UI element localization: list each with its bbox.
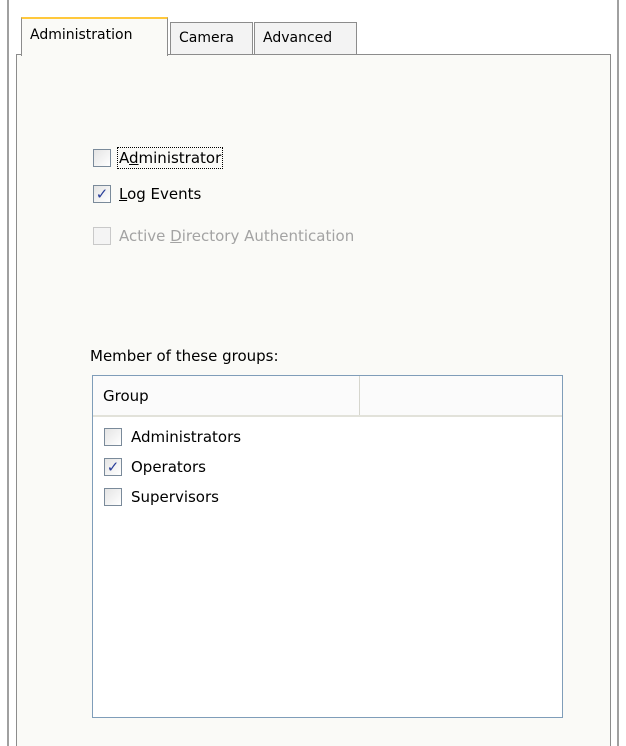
dialog-right-border xyxy=(617,0,619,746)
group-label: Operators xyxy=(131,458,206,476)
column-header-group[interactable]: Group xyxy=(93,376,360,415)
group-item-operators[interactable]: ✓ Operators xyxy=(104,456,206,478)
groups-caption: Member of these groups: xyxy=(90,347,279,365)
dialog-left-border xyxy=(7,0,9,746)
tab-camera[interactable]: Camera xyxy=(170,22,253,54)
column-header-empty[interactable] xyxy=(361,376,562,415)
log-events-option[interactable]: ✓ Log Events xyxy=(93,183,201,205)
administrator-checkbox[interactable] xyxy=(93,149,111,167)
active-directory-option: Active Directory Authentication xyxy=(93,225,354,247)
group-item-administrators[interactable]: Administrators xyxy=(104,426,241,448)
group-label: Supervisors xyxy=(131,488,219,506)
group-checkbox-administrators[interactable] xyxy=(104,428,122,446)
dialog-frame: Administration Camera Advanced Administr… xyxy=(0,0,626,746)
group-checkbox-supervisors[interactable] xyxy=(104,488,122,506)
active-directory-checkbox xyxy=(93,227,111,245)
tab-strip: Administration Camera Advanced xyxy=(9,0,617,56)
administrator-label: Administrator xyxy=(116,147,224,169)
log-events-label: Log Events xyxy=(119,185,202,203)
group-label: Administrators xyxy=(131,428,242,446)
tab-administration[interactable]: Administration xyxy=(21,17,168,56)
group-item-supervisors[interactable]: Supervisors xyxy=(104,486,219,508)
active-directory-label: Active Directory Authentication xyxy=(119,227,355,245)
tab-advanced[interactable]: Advanced xyxy=(254,22,357,54)
groups-list-header: Group xyxy=(93,376,562,417)
groups-list[interactable]: Group Administrators ✓ Operators Supervi… xyxy=(92,375,563,718)
log-events-checkbox[interactable]: ✓ xyxy=(93,185,111,203)
administration-tab-page: Administrator ✓ Log Events Active Direct… xyxy=(16,54,611,746)
administrator-option[interactable]: Administrator xyxy=(93,147,224,169)
group-checkbox-operators[interactable]: ✓ xyxy=(104,458,122,476)
check-icon: ✓ xyxy=(95,184,109,203)
check-icon: ✓ xyxy=(106,457,120,476)
